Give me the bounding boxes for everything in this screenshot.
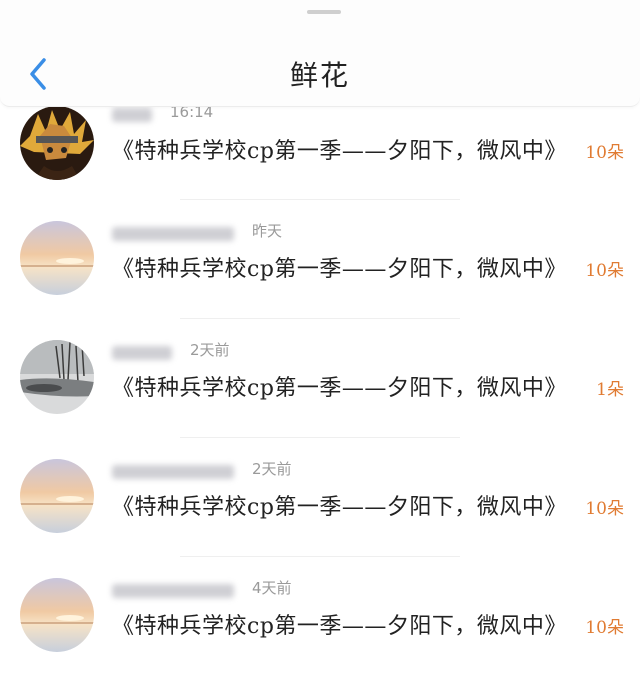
- list-item[interactable]: 2天前 《特种兵学校cp第一季——夕阳下，微风中》 1朵: [0, 334, 640, 453]
- divider: [180, 437, 460, 438]
- divider: [180, 318, 460, 319]
- work-title[interactable]: 《特种兵学校cp第一季——夕阳下，微风中》: [112, 133, 567, 165]
- flower-count: 10朵: [585, 499, 624, 519]
- flower-count: 10朵: [585, 261, 624, 281]
- avatar[interactable]: [20, 106, 94, 180]
- timestamp: 2天前: [190, 341, 230, 359]
- user-name: [112, 346, 172, 360]
- avatar[interactable]: [20, 221, 94, 295]
- page-title: 鲜花: [289, 59, 350, 92]
- user-name: [112, 584, 234, 598]
- work-title[interactable]: 《特种兵学校cp第一季——夕阳下，微风中》: [112, 608, 567, 640]
- user-name: [112, 465, 234, 479]
- list-item[interactable]: 16:14 《特种兵学校cp第一季——夕阳下，微风中》 10朵: [0, 96, 640, 215]
- work-title[interactable]: 《特种兵学校cp第一季——夕阳下，微风中》: [112, 489, 567, 521]
- timestamp: 昨天: [252, 222, 283, 240]
- list-item[interactable]: 4天前 《特种兵学校cp第一季——夕阳下，微风中》 10朵: [0, 572, 640, 691]
- header-bar: 鲜花: [0, 0, 640, 107]
- user-name: [112, 227, 234, 241]
- work-title[interactable]: 《特种兵学校cp第一季——夕阳下，微风中》: [112, 370, 567, 402]
- list-item[interactable]: 昨天 《特种兵学校cp第一季——夕阳下，微风中》 10朵: [0, 215, 640, 334]
- divider: [180, 199, 460, 200]
- timestamp: 4天前: [252, 579, 292, 597]
- list-item[interactable]: 2天前 《特种兵学校cp第一季——夕阳下，微风中》 10朵: [0, 453, 640, 572]
- drag-handle[interactable]: [307, 10, 341, 14]
- flower-count: 1朵: [596, 380, 624, 400]
- flower-count: 10朵: [585, 143, 624, 163]
- avatar[interactable]: [20, 459, 94, 533]
- timestamp: 2天前: [252, 460, 292, 478]
- flower-count: 10朵: [585, 618, 624, 638]
- divider: [180, 556, 460, 557]
- user-name: [112, 108, 152, 122]
- work-title[interactable]: 《特种兵学校cp第一季——夕阳下，微风中》: [112, 251, 567, 283]
- avatar[interactable]: [20, 340, 94, 414]
